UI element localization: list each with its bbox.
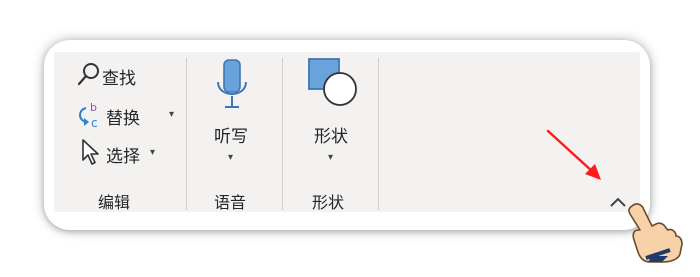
shapes-button[interactable]: 形状 ▾ [298, 56, 368, 176]
select-label: 选择 [106, 147, 140, 167]
dictate-button[interactable]: 听写 ▾ [202, 56, 264, 176]
search-icon [77, 63, 99, 86]
group-label-shapes: 形状 [312, 193, 345, 212]
replace-icon: b c [79, 101, 98, 130]
hand-pointer-icon [628, 203, 683, 263]
replace-label: 替换 [106, 109, 140, 129]
shapes-icon [308, 58, 357, 106]
red-arrow-icon [546, 129, 601, 180]
svg-text:c: c [91, 116, 98, 130]
select-dropdown-caret[interactable]: ▾ [150, 147, 155, 158]
svg-text:b: b [90, 101, 97, 114]
group-label-voice: 语音 [214, 193, 247, 212]
group-separator [378, 58, 379, 210]
group-separator [282, 58, 283, 210]
shapes-dropdown-caret[interactable]: ▾ [328, 152, 333, 163]
replace-dropdown-caret[interactable]: ▾ [169, 109, 174, 120]
group-label-editing: 编辑 [98, 193, 131, 212]
shapes-label: 形状 [314, 127, 348, 147]
dictate-label: 听写 [214, 127, 248, 147]
find-button[interactable]: 查找 [74, 62, 164, 90]
dictate-dropdown-caret[interactable]: ▾ [228, 152, 233, 163]
group-separator [186, 58, 187, 210]
replace-button[interactable]: b c 替换 ▾ [74, 100, 184, 130]
cursor-arrow-icon [82, 139, 99, 165]
find-label: 查找 [102, 69, 136, 89]
select-button[interactable]: 选择 ▾ [74, 138, 174, 168]
microphone-icon [217, 59, 247, 108]
